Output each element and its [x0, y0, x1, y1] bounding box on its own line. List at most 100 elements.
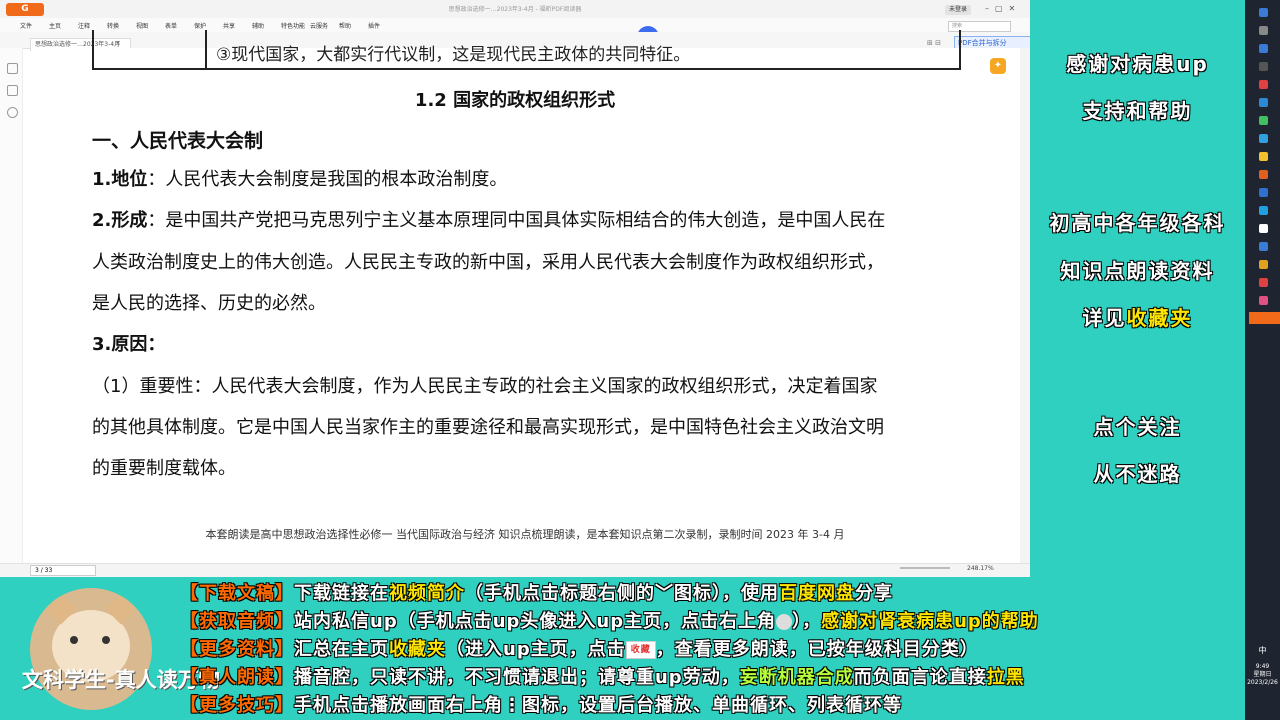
menu-item[interactable]: 注释 — [78, 21, 90, 30]
menu-item[interactable]: 转换 — [107, 21, 119, 30]
banner-text: 图标，设置后台播放、单曲循环、列表循环等 — [522, 695, 902, 716]
para-label: 1.地位 — [92, 169, 148, 190]
taskbar-app-icon[interactable] — [1259, 62, 1268, 71]
window-title: 思想政治选修一…2023年3-4月 - 福昕PDF阅读器 — [448, 6, 582, 13]
paragraph-importance-line3: 的重要制度载体。 — [92, 458, 236, 479]
taskbar-app-icon[interactable] — [1259, 242, 1268, 251]
banner-tag: 【下载文稿】 — [180, 583, 294, 604]
para-label: 2.形成 — [92, 210, 148, 231]
banner-highlight: 感谢对肾衰病患up的帮助 — [821, 611, 1039, 632]
ime-indicator[interactable]: 中 — [1245, 645, 1280, 656]
taskbar-app-icon[interactable] — [1259, 278, 1268, 287]
menu-item[interactable]: 主页 — [49, 21, 61, 30]
favorites-chip: 收藏 — [625, 641, 656, 659]
taskbar-app-icon[interactable] — [1259, 152, 1268, 161]
para-text: ：是中国共产党把马克思列宁主义基本原理同中国具体实际相结合的伟大创造，是中国人民… — [147, 210, 886, 231]
banner-highlight: 百度网盘 — [779, 583, 855, 604]
info-line-2: 知识点朗读资料 — [1060, 259, 1215, 283]
window-controls[interactable]: –▢✕ — [985, 4, 1021, 13]
banner-text: ，查看更多朗读，已按年级科目分类） — [655, 639, 979, 660]
banner-line-download: 【下载文稿】下载链接在视频简介（手机点击标题右侧的﹀图标），使用百度网盘分享 — [180, 580, 1245, 608]
thanks-line-1: 感谢对病患up — [1066, 52, 1209, 76]
banner-highlight: 妄断机器合成 — [739, 667, 854, 688]
banner-tag: 【获取音频】 — [180, 611, 294, 632]
follow-line-1: 点个关注 — [1093, 415, 1182, 439]
taskbar-app-icon[interactable] — [1259, 206, 1268, 215]
taskbar-app-icon[interactable] — [1259, 80, 1268, 89]
banner-text: 手机点击播放画面右上角 — [294, 695, 503, 716]
banner-text: 而负面言论直接 — [853, 667, 987, 688]
banner-text: 汇总在主页 — [294, 639, 389, 660]
vertical-dots-icon: ⋮ — [503, 695, 522, 716]
paragraph-formation: 2.形成：是中国共产党把马克思列宁主义基本原理同中国具体实际相结合的伟大创造，是… — [92, 200, 962, 241]
login-button[interactable]: 未登录 — [945, 5, 971, 15]
chevron-down-icon: ﹀ — [655, 583, 674, 604]
zoom-slider[interactable] — [900, 567, 950, 569]
menu-item[interactable]: 表单 — [165, 21, 177, 30]
banner-text: （进入up主页，点击 — [446, 639, 626, 660]
info-line-1: 初高中各年级各科 — [1049, 211, 1226, 235]
info-highlight: 收藏夹 — [1126, 306, 1193, 330]
banner-text: ）， — [792, 611, 822, 632]
menu-item[interactable]: 共享 — [223, 21, 235, 30]
banner-line-more: 【更多资料】汇总在主页收藏夹（进入up主页，点击 收藏 ，查看更多朗读，已按年级科目… — [180, 636, 1245, 664]
paragraph-importance: （1）重要性：人民代表大会制度，作为人民民主专政的社会主义国家的政权组织形式，决… — [92, 376, 878, 397]
taskbar-app-icon[interactable] — [1259, 98, 1268, 107]
footer-note: 本套朗读是高中思想政治选择性必修一 当代国际政治与经济 知识点梳理朗读，是本套知… — [205, 528, 845, 541]
more-dots-icon — [776, 614, 793, 630]
taskbar — [1245, 0, 1280, 720]
clock-date: 2023/2/26 — [1247, 679, 1278, 686]
menu-item[interactable]: 视图 — [136, 21, 148, 30]
vertical-scrollbar[interactable] — [1020, 48, 1030, 563]
lightbulb-icon[interactable]: ✦ — [990, 58, 1006, 74]
taskbar-clock[interactable]: 9:49 星期日 2023/2/26 — [1245, 663, 1280, 687]
menu-item[interactable]: 云服务 — [310, 21, 328, 30]
taskbar-app-icon[interactable] — [1259, 8, 1268, 17]
taskbar-app-icon[interactable] — [1259, 44, 1268, 53]
taskbar-app-icon[interactable] — [1259, 26, 1268, 35]
zoom-level: 248.17% — [967, 565, 994, 572]
banner-tag: 【真人朗读】 — [180, 667, 294, 688]
paragraph-importance-line2: 的其他具体制度。它是中国人民当家作主的重要途径和最高实现形式，是中国特色社会主义… — [92, 417, 884, 438]
banner-highlight: 视频简介 — [389, 583, 465, 604]
menu-item[interactable]: 特色功能 — [281, 21, 305, 30]
table-divider — [205, 30, 207, 68]
banner-line-audio: 【获取音频】站内私信up（手机点击up头像进入up主页，点击右上角 ），感谢对肾衰… — [180, 608, 1245, 636]
banner-text: 分享 — [855, 583, 893, 604]
banner-highlight: 拉黑 — [986, 667, 1025, 688]
menu-item[interactable]: 辅助 — [252, 21, 264, 30]
banner-line-real-voice: 【真人朗读】播音腔，只读不讲，不习惯请退出；请尊重up劳动，妄断机器合成而负面言… — [180, 664, 1245, 692]
taskbar-app-icon[interactable] — [1259, 170, 1268, 179]
taskbar-app-icon[interactable] — [1259, 134, 1268, 143]
pdf-reader-window: G 思想政治选修一…2023年3-4月 - 福昕PDF阅读器 未登录 –▢✕ 文… — [0, 0, 1030, 577]
taskbar-active-app[interactable] — [1249, 312, 1280, 324]
taskbar-app-icon[interactable] — [1259, 224, 1268, 233]
banner-text: 下载链接在 — [294, 583, 389, 604]
taskbar-app-icon[interactable] — [1259, 260, 1268, 269]
info-prefix: 详见 — [1082, 306, 1127, 330]
section-title: 1.2 国家的政权组织形式 — [414, 90, 616, 111]
para-text: ：人民代表大会制度是我国的根本政治制度。 — [147, 169, 508, 190]
paragraph-reason-label: 3.原因： — [92, 334, 166, 355]
banner-text: 播音腔，只读不讲，不习惯请退出；请尊重up劳动， — [294, 667, 740, 688]
clock-time: 9:49 — [1255, 663, 1270, 670]
taskbar-app-icon[interactable] — [1259, 116, 1268, 125]
paragraph-position: 1.地位：人民代表大会制度是我国的根本政治制度。 — [92, 159, 962, 200]
left-sidebar — [0, 48, 23, 563]
page-indicator[interactable]: 3 / 33 — [30, 565, 96, 576]
info-line-3: 详见收藏夹 — [1030, 302, 1245, 331]
banner-tag: 【更多技巧】 — [180, 695, 294, 716]
clock-weekday: 星期日 — [1253, 671, 1272, 678]
menu-item[interactable]: 保护 — [194, 21, 206, 30]
menu-item[interactable]: 插件 — [368, 21, 380, 30]
menu-item[interactable]: 文件 — [20, 21, 32, 30]
banner-tag: 【更多资料】 — [180, 639, 294, 660]
taskbar-app-icon[interactable] — [1259, 188, 1268, 197]
menu-item[interactable]: 帮助 — [339, 21, 351, 30]
thanks-line-2: 支持和帮助 — [1082, 99, 1193, 123]
heading: 一、人民代表大会制 — [92, 130, 264, 152]
taskbar-app-icon[interactable] — [1259, 296, 1268, 305]
banner-text: 图标），使用 — [674, 583, 779, 604]
banner-highlight: 收藏夹 — [389, 639, 446, 660]
bookmark-icon[interactable] — [7, 63, 18, 74]
